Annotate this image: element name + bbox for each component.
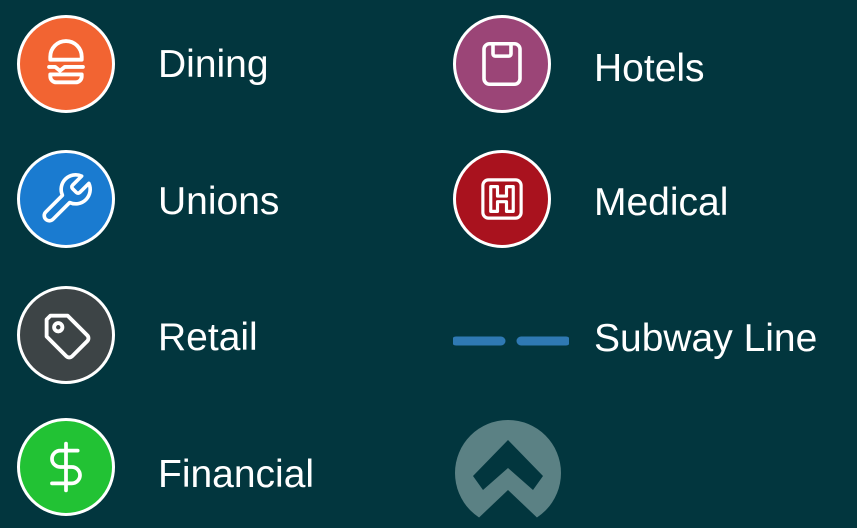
- tag-icon: [44, 313, 91, 360]
- legend-label-unions: Unions: [158, 180, 280, 223]
- dollar-icon: [50, 441, 82, 493]
- dining-badge: [17, 15, 115, 113]
- hotels-badge: [453, 15, 551, 113]
- legend-label-hotels: Hotels: [594, 47, 705, 90]
- hospital-h-icon: [481, 178, 523, 220]
- burger-icon: [47, 39, 85, 85]
- legend-label-subway: Subway Line: [594, 317, 818, 360]
- floppy-disk-icon: [482, 41, 522, 87]
- unions-badge: [17, 150, 115, 248]
- north-arrow-icon: [455, 420, 561, 523]
- legend-label-financial: Financial: [158, 453, 315, 496]
- financial-badge: [17, 418, 115, 516]
- wrench-icon: [42, 173, 92, 223]
- legend-label-dining: Dining: [158, 43, 269, 86]
- legend-label-medical: Medical: [594, 181, 729, 224]
- medical-badge: [453, 150, 551, 248]
- retail-badge: [17, 286, 115, 384]
- dashed-line-icon: [453, 336, 569, 346]
- legend-label-retail: Retail: [158, 316, 258, 359]
